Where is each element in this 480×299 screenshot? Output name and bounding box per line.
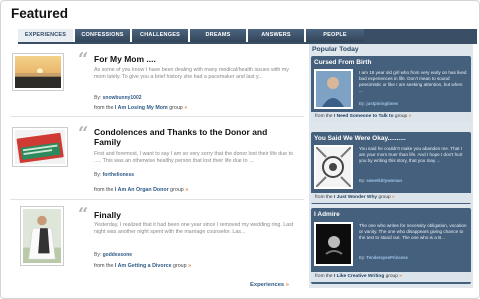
arrow-icon[interactable]: » (392, 195, 395, 200)
popular-card[interactable]: I Admire The one who writes for necessit… (311, 208, 471, 284)
author-link[interactable]: snowbunny1002 (103, 95, 142, 101)
story-excerpt: Yesterday, I realized that it had been o… (94, 222, 294, 235)
divider (10, 199, 304, 200)
group-link[interactable]: I Just Wonder Why (334, 195, 377, 200)
tab-experiences[interactable]: EXPERIENCES (18, 29, 75, 42)
more-experiences-link[interactable]: Experiences » (250, 282, 289, 288)
card-title[interactable]: Cursed From Birth (314, 59, 371, 66)
card-thumbnail-pattern[interactable] (314, 145, 353, 189)
arrow-icon[interactable]: » (188, 263, 191, 269)
group-link[interactable]: I Am Getting a Divorce (115, 263, 172, 269)
card-thumbnail-portrait[interactable] (314, 69, 353, 109)
story-author: By: snowbunny1002 (94, 95, 142, 101)
quote-icon: “ (78, 204, 89, 225)
story-group: from the I Am Getting a Divorce group » (94, 263, 192, 269)
tab-challenges[interactable]: CHALLENGES (132, 29, 190, 42)
story-thumbnail-wedding[interactable] (20, 206, 64, 266)
tab-people[interactable]: PEOPLE (306, 29, 364, 42)
card-thumbnail-dark[interactable] (314, 222, 353, 266)
category-tabs: EXPERIENCES CONFESSIONS CHALLENGES DREAM… (18, 29, 477, 42)
arrow-icon[interactable]: » (184, 105, 187, 111)
arrow-icon[interactable]: » (399, 274, 402, 279)
tab-dreams[interactable]: DREAMS (190, 29, 248, 42)
story-group: from the I Am Losing My Mom group » (94, 105, 188, 111)
card-group: from the I Just Wonder Why group » (311, 193, 471, 203)
story-excerpt: First and foremost, I want to say I am s… (94, 151, 294, 164)
quote-icon: “ (78, 123, 89, 144)
author-link[interactable]: justpiningtimes (366, 101, 398, 106)
quote-icon: “ (78, 49, 89, 70)
author-link[interactable]: forthelioness (103, 172, 134, 178)
card-excerpt: I am 18 year old girl who from very earl… (359, 70, 467, 93)
popular-card[interactable]: Cursed From Birth I am 18 year old girl … (311, 56, 471, 122)
card-title[interactable]: You Said We Were Okay.......... (314, 135, 406, 142)
divider (10, 116, 304, 117)
card-title[interactable]: I Admire (314, 211, 340, 218)
card-excerpt: The one who writes for necessity obligat… (359, 223, 467, 240)
page-title: Featured (11, 6, 69, 21)
arrow-icon: » (285, 282, 290, 288)
card-author: By: TenderayesPrincess (359, 255, 408, 260)
card-group: from the I Need Someone to Talk to group… (311, 112, 471, 122)
group-link[interactable]: I Need Someone to Talk to (334, 114, 394, 119)
story-title[interactable]: For My Mom .... (94, 54, 294, 64)
story-title[interactable]: Finally (94, 210, 294, 220)
story-author: By: forthelioness (94, 172, 135, 178)
card-group: from the I Like Creative Writing group » (311, 272, 471, 282)
popular-card[interactable]: You Said We Were Okay.......... You said… (311, 132, 471, 204)
group-link[interactable]: I Am An Organ Donor (115, 187, 169, 193)
author-link[interactable]: TenderayesPrincess (366, 255, 407, 260)
story-thumbnail-sunset[interactable] (12, 53, 64, 91)
card-author: By: justpiningtimes (359, 101, 399, 106)
author-link[interactable]: goddessone (103, 252, 132, 258)
tab-confessions[interactable]: CONFESSIONS (75, 29, 132, 42)
story-thumbnail-donor-card[interactable] (12, 127, 68, 167)
popular-today-heading: Popular Today (312, 46, 359, 53)
author-link[interactable]: sweetkittywoman (366, 178, 402, 183)
group-link[interactable]: I Like Creative Writing (334, 274, 384, 279)
popular-today-panel: Popular Today Cursed From Birth I am 18 … (309, 44, 473, 288)
story-title[interactable]: Condolences and Thanks to the Donor and … (94, 127, 294, 147)
arrow-icon[interactable]: » (409, 114, 412, 119)
tab-answers[interactable]: ANSWERS (248, 29, 306, 42)
story-group: from the I Am An Organ Donor group » (94, 187, 189, 193)
card-excerpt: You said he couldn't make you abandon me… (359, 146, 463, 163)
story-excerpt: As some of you know I have been dealing … (94, 67, 289, 80)
group-link[interactable]: I Am Losing My Mom (115, 105, 168, 111)
story-author: By: goddessone (94, 252, 133, 258)
arrow-icon[interactable]: » (185, 187, 188, 193)
card-author: By: sweetkittywoman (359, 178, 403, 183)
